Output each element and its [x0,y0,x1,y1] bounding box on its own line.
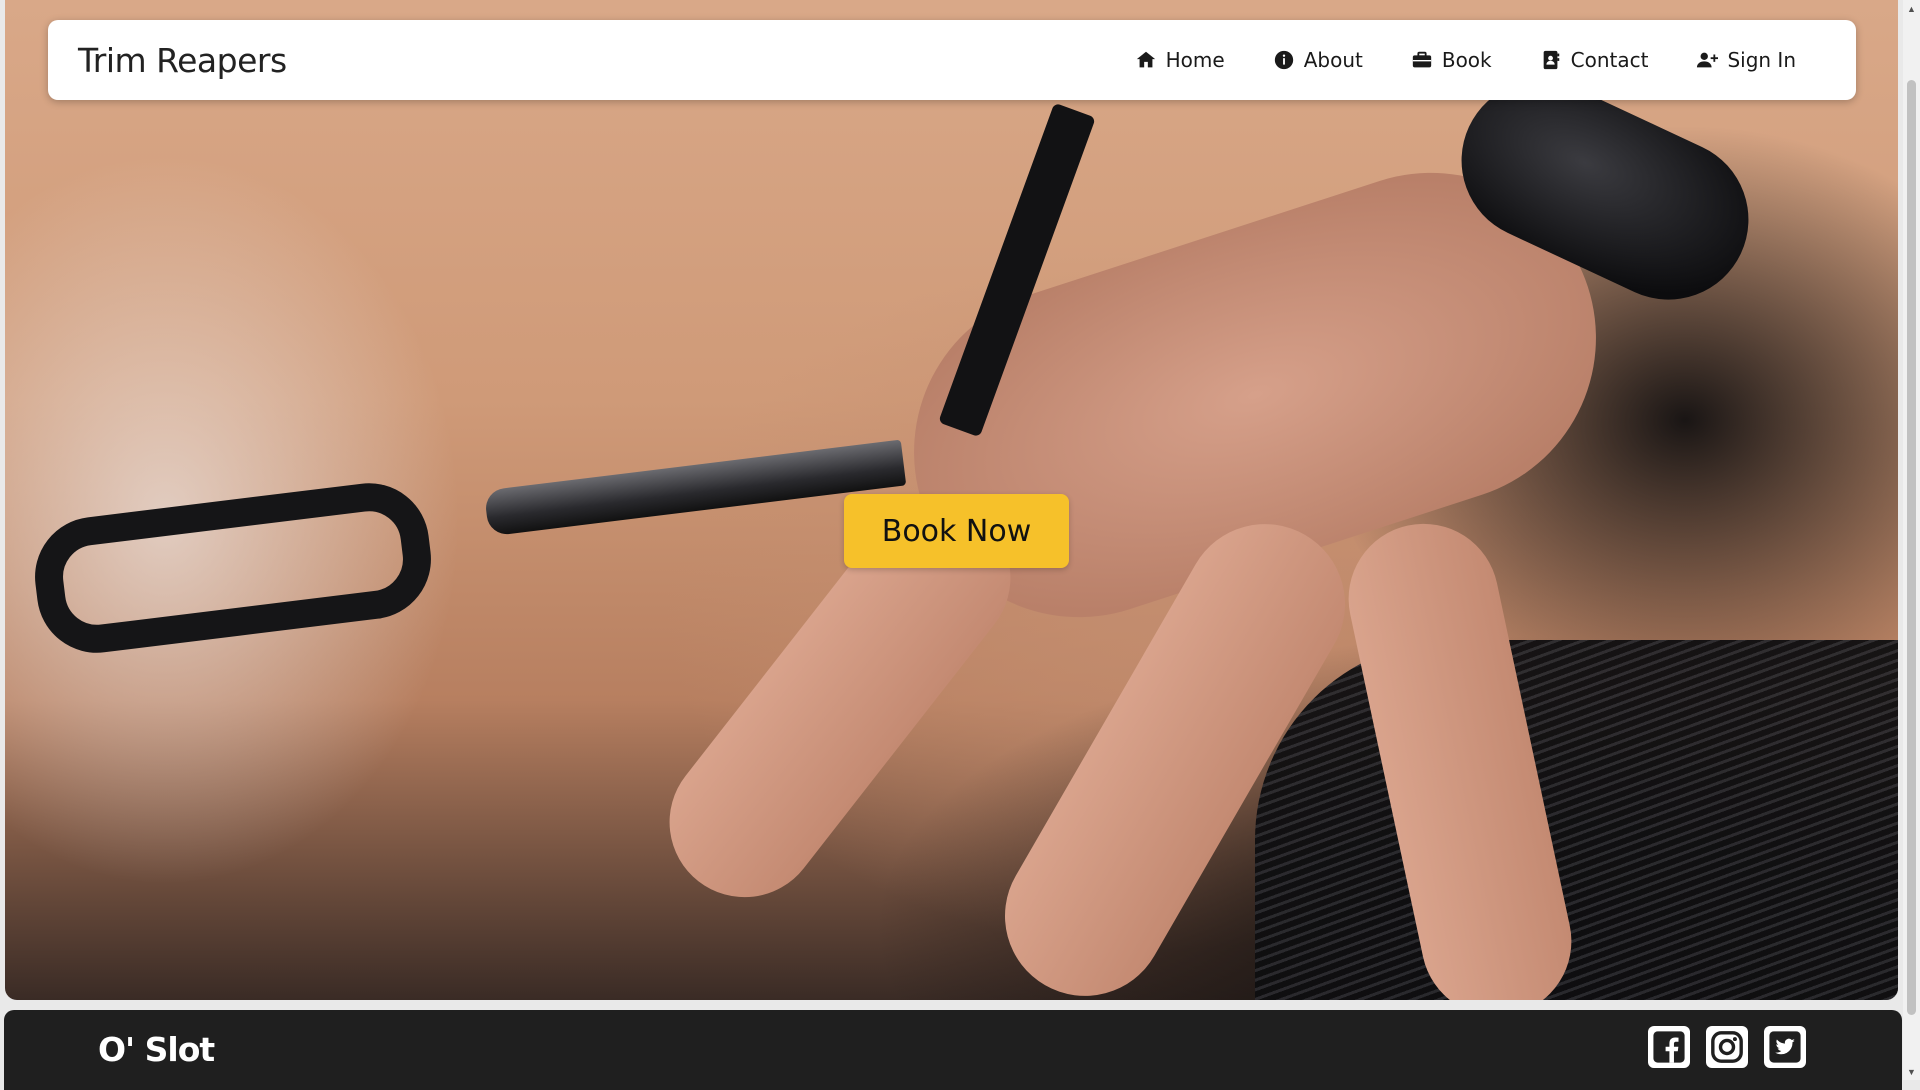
scroll-up-arrow-icon[interactable]: ▲ [1903,0,1920,17]
briefcase-icon [1412,51,1432,68]
nav-book[interactable]: Book [1411,48,1492,72]
contact-book-icon [1543,50,1559,70]
nav-sign-in[interactable]: Sign In [1696,48,1796,72]
user-plus-icon [1697,52,1719,68]
nav-sign-in-label: Sign In [1727,48,1796,72]
home-icon [1136,51,1155,68]
twitter-icon [1769,1031,1801,1063]
instagram-link[interactable] [1706,1026,1748,1068]
hero-banner: Book Now [5,0,1898,1000]
footer: O' Slot [4,1010,1902,1090]
scrollbar-thumb[interactable] [1907,80,1916,1015]
page-scrollbar[interactable]: ▲ ▼ [1903,0,1920,1080]
hero-image-scissors [483,439,907,537]
nav-about[interactable]: About [1273,48,1363,72]
brand-logo[interactable]: Trim Reapers [78,41,287,80]
scroll-down-arrow-icon[interactable]: ▼ [1903,1063,1920,1080]
nav-contact-label: Contact [1570,48,1649,72]
facebook-icon [1653,1031,1685,1063]
nav-book-label: Book [1441,48,1492,72]
footer-brand: O' Slot [98,1030,215,1069]
hero-image-scissor-handle [28,476,438,660]
book-now-button[interactable]: Book Now [844,494,1069,568]
top-navbar: Trim Reapers Home About Book Contact Sig… [48,20,1856,100]
nav-about-label: About [1303,48,1363,72]
nav-contact[interactable]: Contact [1540,48,1649,72]
nav-home[interactable]: Home [1135,48,1225,72]
info-icon [1274,50,1293,70]
social-links [1648,1026,1806,1068]
nav-home-label: Home [1165,48,1225,72]
nav-links: Home About Book Contact Sign In [1087,48,1796,72]
instagram-icon [1711,1031,1743,1063]
facebook-link[interactable] [1648,1026,1690,1068]
hero-image-hair [1255,640,1898,1000]
twitter-link[interactable] [1764,1026,1806,1068]
